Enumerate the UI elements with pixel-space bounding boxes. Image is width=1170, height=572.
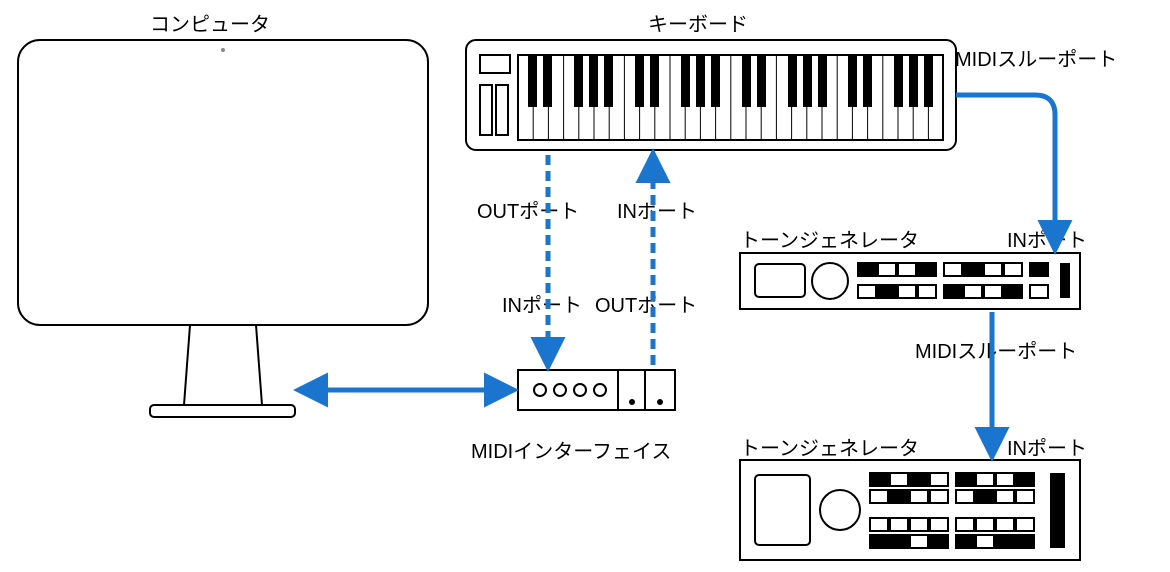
tone-generator-1-icon: [740, 253, 1080, 309]
diagram-svg: [0, 0, 1170, 572]
computer-icon: [18, 40, 428, 417]
midi-interface-icon: [518, 370, 675, 410]
tone-generator-2-icon: [740, 460, 1080, 560]
arrow-kb-thru-tg1: [956, 95, 1055, 248]
keyboard-icon: [466, 40, 956, 150]
